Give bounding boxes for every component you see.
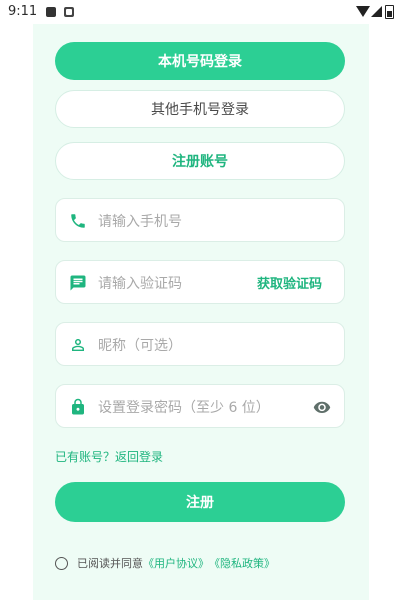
- eye-icon[interactable]: [313, 399, 331, 415]
- status-time: 9:11: [8, 4, 38, 19]
- user-agreement-link[interactable]: 《用户协议》: [143, 555, 209, 571]
- app-notification-icon: [64, 7, 74, 17]
- message-icon: [70, 275, 86, 291]
- signal-icon: [371, 6, 382, 17]
- local-phone-login-label: 本机号码登录: [158, 54, 242, 70]
- password-field[interactable]: 设置登录密码（至少 6 位）: [55, 384, 345, 428]
- status-bar: 9:11: [0, 0, 400, 24]
- phone-field[interactable]: 请输入手机号: [55, 198, 345, 242]
- local-phone-login-button[interactable]: 本机号码登录: [55, 42, 345, 80]
- nickname-field[interactable]: 昵称（可选）: [55, 322, 345, 366]
- notification-icon: [46, 7, 56, 17]
- phone-placeholder: 请输入手机号: [98, 214, 182, 230]
- agreement-prefix: 已阅读并同意: [77, 557, 143, 570]
- nickname-placeholder: 昵称（可选）: [98, 338, 182, 354]
- register-account-label: 注册账号: [172, 154, 228, 170]
- agreement-row: 已阅读并同意 《用户协议》 《隐私政策》: [55, 554, 275, 572]
- back-to-login-link[interactable]: 已有账号？返回登录: [55, 448, 163, 465]
- password-placeholder: 设置登录密码（至少 6 位）: [98, 400, 270, 416]
- register-button[interactable]: 注册: [55, 482, 345, 522]
- other-phone-login-button[interactable]: 其他手机号登录: [55, 90, 345, 128]
- code-placeholder: 请输入验证码: [98, 276, 182, 292]
- privacy-policy-link[interactable]: 《隐私政策》: [209, 555, 275, 571]
- person-icon: [72, 339, 84, 351]
- wifi-icon: [356, 6, 370, 17]
- get-code-button[interactable]: 获取验证码: [257, 273, 322, 292]
- phone-icon: [71, 214, 85, 228]
- register-account-button[interactable]: 注册账号: [55, 142, 345, 180]
- register-button-label: 注册: [186, 495, 214, 511]
- lock-icon: [72, 398, 84, 415]
- battery-icon: [385, 5, 394, 19]
- code-field[interactable]: 请输入验证码 获取验证码: [55, 260, 345, 304]
- other-phone-login-label: 其他手机号登录: [151, 102, 249, 118]
- agree-radio[interactable]: [55, 556, 68, 570]
- register-card: 本机号码登录 其他手机号登录 注册账号 请输入手机号 请输入验证码 获取验证码 …: [33, 24, 369, 600]
